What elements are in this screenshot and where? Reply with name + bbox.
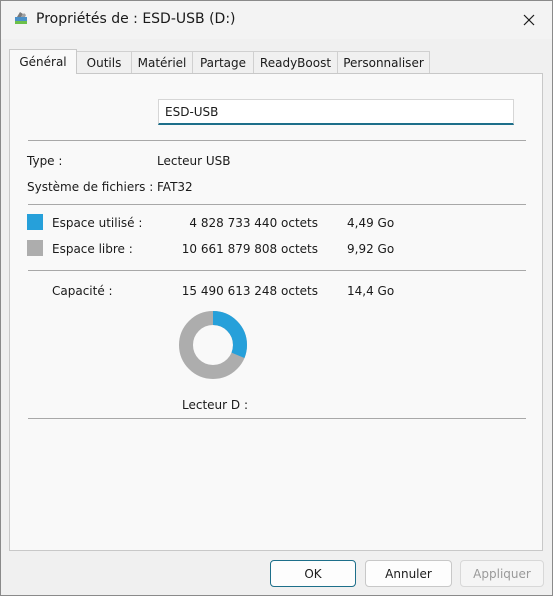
- separator: [28, 140, 526, 141]
- disk-usage-donut: [179, 311, 247, 379]
- used-space-label: Espace utilisé :: [52, 216, 143, 230]
- capacity-label: Capacité :: [52, 284, 113, 298]
- capacity-size: 14,4 Go: [347, 284, 395, 298]
- used-space-size: 4,49 Go: [347, 216, 395, 230]
- general-tab-panel: Type : Lecteur USB Système de fichiers :…: [9, 73, 543, 551]
- free-space-size: 9,92 Go: [347, 242, 395, 256]
- capacity-bytes: 15 490 613 248 octets: [181, 284, 318, 298]
- close-button[interactable]: [506, 1, 552, 39]
- tab-materiel[interactable]: Matériel: [131, 51, 193, 73]
- tab-outils[interactable]: Outils: [76, 51, 132, 73]
- tab-partage[interactable]: Partage: [192, 51, 254, 73]
- separator: [28, 204, 526, 205]
- tab-personnaliser[interactable]: Personnaliser: [337, 51, 430, 73]
- separator: [28, 418, 526, 419]
- file-system-value: FAT32: [157, 180, 193, 194]
- ok-button[interactable]: OK: [270, 560, 356, 587]
- free-space-swatch: [27, 240, 43, 256]
- usb-drive-icon: [15, 12, 27, 24]
- title-bar[interactable]: Propriétés de : ESD-USB (D:): [1, 1, 552, 39]
- cancel-button[interactable]: Annuler: [365, 560, 452, 587]
- tab-readyboost[interactable]: ReadyBoost: [253, 51, 338, 73]
- free-space-label: Espace libre :: [52, 242, 133, 256]
- close-icon: [523, 14, 535, 26]
- tab-general[interactable]: Général: [9, 49, 77, 74]
- window-title: Propriétés de : ESD-USB (D:): [36, 11, 236, 27]
- properties-window: Propriétés de : ESD-USB (D:) Général Out…: [0, 0, 553, 596]
- volume-name-input[interactable]: [158, 99, 514, 125]
- used-space-bytes: 4 828 733 440 octets: [189, 216, 318, 230]
- file-system-label: Système de fichiers :: [27, 180, 154, 194]
- separator: [28, 270, 526, 271]
- apply-button[interactable]: Appliquer: [460, 560, 544, 587]
- type-label: Type :: [27, 154, 63, 168]
- free-space-bytes: 10 661 879 808 octets: [181, 242, 318, 256]
- drive-label: Lecteur D :: [182, 398, 248, 412]
- used-space-swatch: [27, 214, 43, 230]
- type-value: Lecteur USB: [157, 154, 231, 168]
